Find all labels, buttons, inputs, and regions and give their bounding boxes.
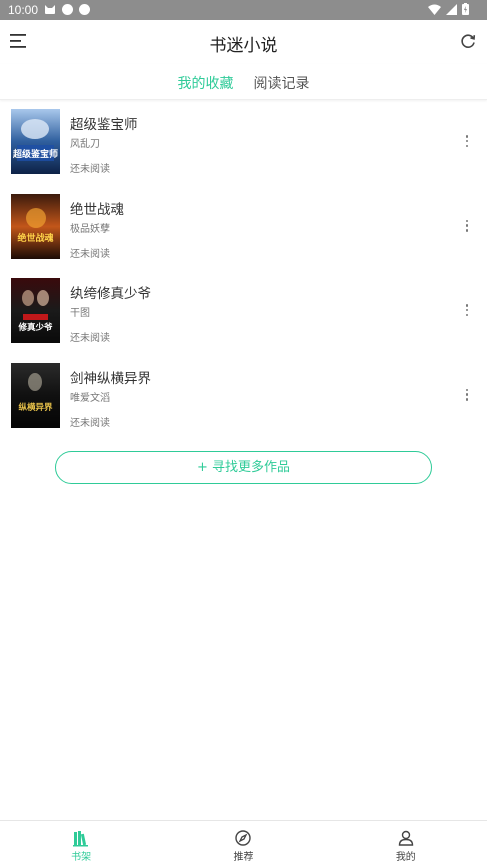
book-title: 绝世战魂 (70, 201, 124, 218)
book-list: 超级鉴宝师 超级鉴宝师 风乱刀 还未阅读 绝世战魂 绝世战魂 极品妖孽 还未阅读 (0, 100, 487, 438)
book-author: 干图 (70, 308, 90, 319)
book-title: 超级鉴宝师 (70, 117, 138, 133)
nav-item-bookshelf[interactable]: 书架 (0, 821, 162, 866)
more-options-icon[interactable] (463, 134, 471, 148)
bottom-nav: 书架 推荐 我的 (0, 820, 487, 866)
book-cover[interactable]: 超级鉴宝师 (11, 109, 60, 174)
book-cover-title: 绝世战魂 (17, 232, 53, 244)
list-item[interactable]: 纵横异界 剑神纵横异界 唯爱文滔 还未阅读 (0, 354, 487, 439)
more-options-icon[interactable] (463, 219, 471, 233)
book-title: 纨绔修真少爷 (70, 286, 151, 302)
nav-item-profile[interactable]: 我的 (325, 821, 487, 866)
book-author: 唯爱文滔 (70, 392, 110, 404)
more-options-icon[interactable] (463, 303, 471, 317)
book-reading-status: 还未阅读 (70, 164, 110, 175)
book-reading-status: 还未阅读 (70, 248, 110, 260)
compass-icon (235, 830, 252, 846)
status-time: 10:00 (8, 3, 39, 17)
nav-label-recommend: 推荐 (233, 852, 254, 863)
list-item[interactable]: 修真少爷 纨绔修真少爷 干图 还未阅读 (0, 269, 487, 354)
book-reading-status: 还未阅读 (70, 417, 110, 429)
book-title: 剑神纵横异界 (70, 370, 151, 387)
book-cover-title: 修真少爷 (17, 322, 53, 333)
bookshelf-icon (73, 831, 89, 847)
alert-icon (62, 4, 73, 15)
find-more-button[interactable]: + 寻找更多作品 (55, 451, 432, 484)
nav-label-profile: 我的 (395, 852, 416, 863)
nav-label-bookshelf: 书架 (71, 852, 92, 863)
list-item[interactable]: 绝世战魂 绝世战魂 极品妖孽 还未阅读 (0, 185, 487, 270)
more-options-icon[interactable] (463, 388, 471, 402)
nav-item-recommend[interactable]: 推荐 (162, 821, 324, 866)
book-author: 极品妖孽 (70, 223, 110, 235)
cat-notification-icon (45, 5, 55, 14)
tab-favorites[interactable]: 我的收藏 (178, 64, 234, 99)
book-cover-title: 纵横异界 (18, 402, 53, 413)
book-cover[interactable]: 绝世战魂 (11, 193, 60, 259)
signal-icon (446, 3, 457, 15)
status-bar: 10:00 (0, 0, 487, 20)
sync-status-icon (79, 4, 90, 15)
book-cover[interactable]: 修真少爷 (11, 278, 60, 343)
user-icon (398, 830, 414, 846)
battery-icon (462, 3, 469, 15)
shelf-tabs: 我的收藏 阅读记录 (0, 64, 487, 100)
list-item[interactable]: 超级鉴宝师 超级鉴宝师 风乱刀 还未阅读 (0, 100, 487, 185)
wifi-icon (428, 4, 441, 15)
refresh-icon[interactable] (459, 32, 477, 50)
book-cover-title: 超级鉴宝师 (12, 148, 58, 160)
app-bar: 书迷小说 (0, 20, 487, 64)
book-author: 风乱刀 (70, 139, 100, 150)
book-cover[interactable]: 纵横异界 (11, 362, 60, 428)
tab-reading-history[interactable]: 阅读记录 (254, 64, 310, 99)
app-title: 书迷小说 (209, 36, 278, 56)
book-reading-status: 还未阅读 (70, 333, 110, 344)
